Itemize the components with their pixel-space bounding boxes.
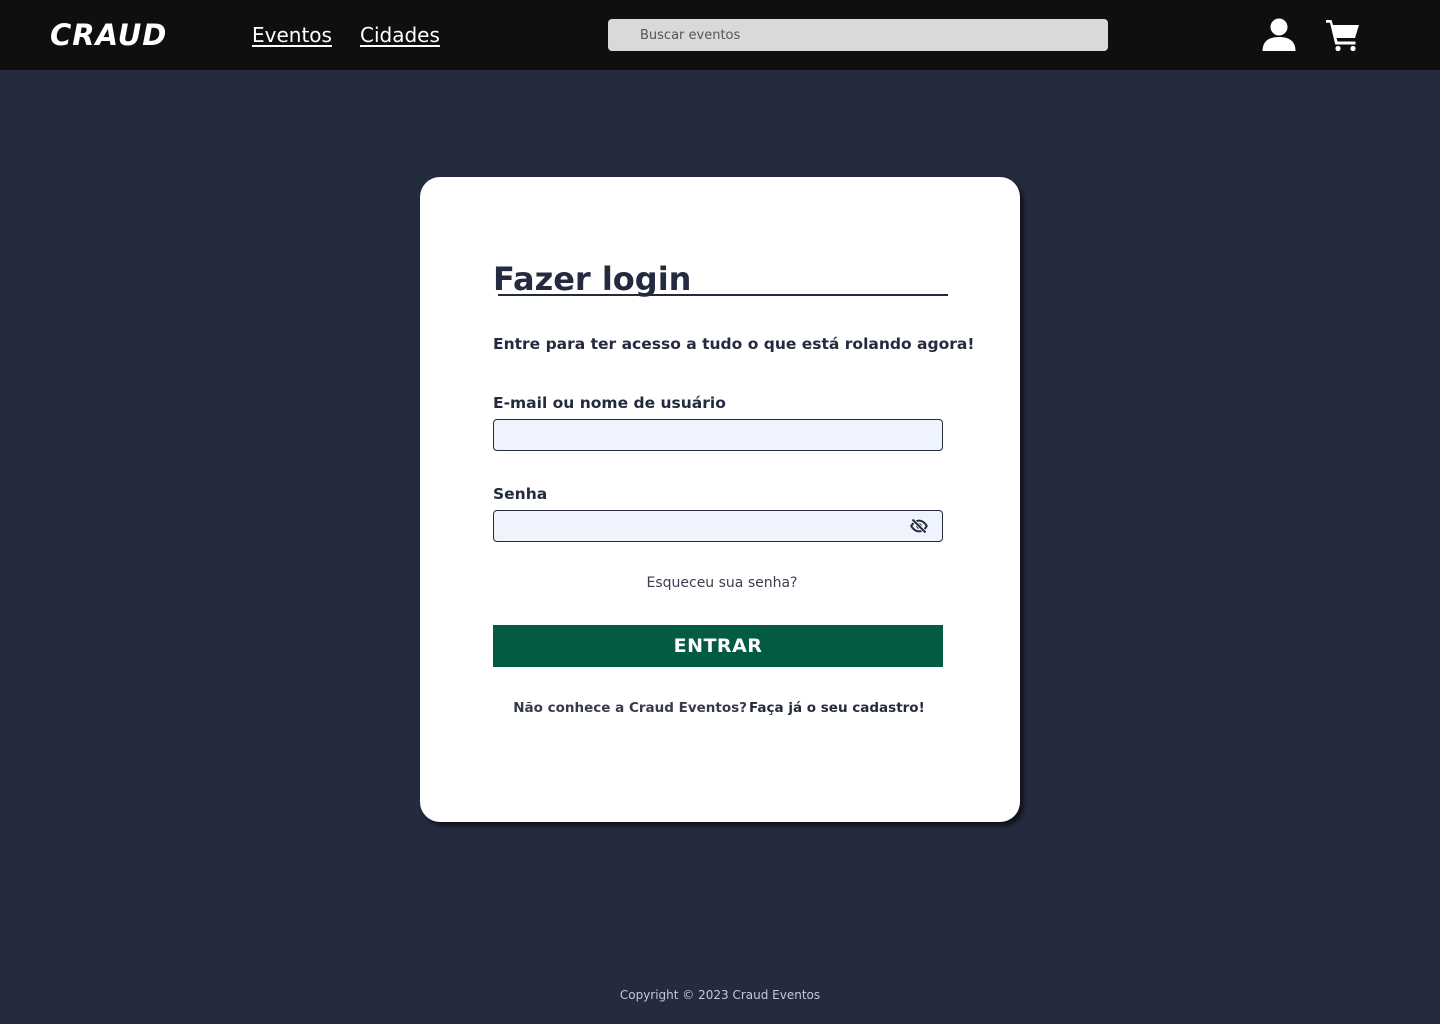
cart-icon[interactable]	[1325, 17, 1361, 53]
title-underline	[498, 294, 948, 296]
user-icon[interactable]	[1261, 17, 1297, 53]
signup-link[interactable]: Faça já o seu cadastro!	[749, 700, 925, 716]
page-title: Fazer login	[493, 260, 692, 298]
search-input[interactable]	[608, 19, 1108, 51]
nav-link-eventos[interactable]: Eventos	[252, 20, 332, 50]
password-field[interactable]	[493, 510, 943, 542]
top-navigation-bar: CRAUD Eventos Cidades	[0, 0, 1440, 70]
login-card: Fazer login Entre para ter acesso a tudo…	[420, 177, 1020, 822]
signup-question: Não conhece a Craud Eventos?	[513, 700, 747, 716]
footer-copyright: Copyright © 2023 Craud Eventos	[619, 988, 821, 1002]
forgot-password-link[interactable]: Esqueceu sua senha?	[493, 573, 951, 593]
nav-link-cidades[interactable]: Cidades	[360, 20, 440, 50]
craud-logo[interactable]: CRAUD	[50, 16, 167, 54]
password-label: Senha	[493, 485, 548, 503]
login-button[interactable]: ENTRAR	[493, 625, 943, 667]
email-field[interactable]	[493, 419, 943, 451]
email-label: E-mail ou nome de usuário	[493, 394, 726, 412]
eye-slash-icon[interactable]	[910, 517, 928, 535]
login-subtitle: Entre para ter acesso a tudo o que está …	[493, 335, 975, 353]
signup-prompt: Não conhece a Craud Eventos? Faça já o se…	[493, 698, 945, 718]
